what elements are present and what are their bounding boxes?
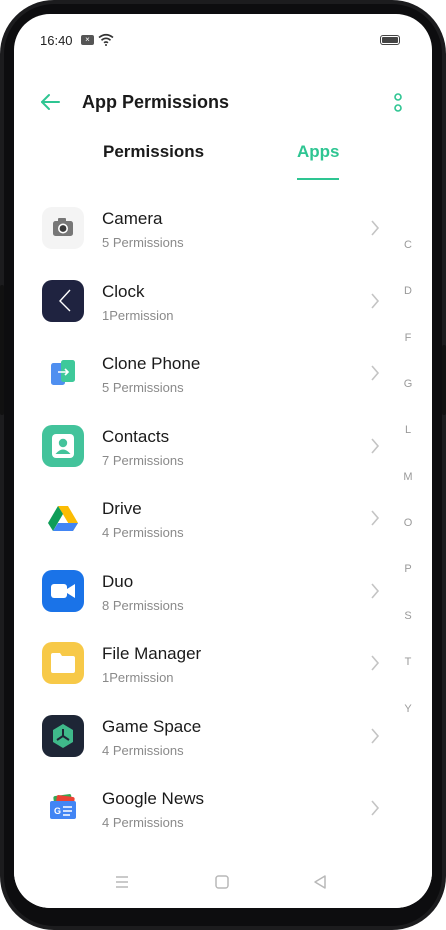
drive-app-icon <box>42 497 84 539</box>
page-title: App Permissions <box>82 92 230 112</box>
home-icon[interactable] <box>214 874 230 890</box>
camera-app-icon <box>42 207 84 249</box>
menu-icon[interactable] <box>114 874 130 890</box>
app-row-game-space[interactable]: Game Space 4 Permissions <box>14 714 398 788</box>
status-time: 16:40 <box>40 33 73 48</box>
navigation-bar <box>14 864 432 908</box>
chevron-right-icon <box>371 800 380 816</box>
file-manager-app-icon <box>42 642 84 684</box>
status-bar: 16:40 × <box>14 14 432 64</box>
app-permission-count: 5 Permissions <box>102 380 184 395</box>
app-permission-count: 4 Permissions <box>102 815 184 830</box>
app-row-contacts[interactable]: Contacts 7 Permissions <box>14 424 398 498</box>
app-row-drive[interactable]: Drive 4 Permissions <box>14 497 398 570</box>
index-letter-o[interactable]: O <box>402 517 414 529</box>
app-permission-count: 1Permission <box>102 670 174 685</box>
app-row-clone-phone[interactable]: Clone Phone 5 Permissions <box>14 352 398 425</box>
chevron-right-icon <box>371 292 380 309</box>
active-tab-indicator <box>297 178 339 180</box>
index-letter-g[interactable]: G <box>402 378 414 390</box>
chevron-right-icon <box>371 510 380 526</box>
index-letter-d[interactable]: D <box>402 285 414 297</box>
index-letter-f[interactable]: F <box>402 332 414 344</box>
app-list: Camera 5 Permissions Clock 1Permission C… <box>14 191 432 871</box>
battery-icon <box>380 35 400 45</box>
game-space-app-icon <box>42 714 84 757</box>
app-name: Google News <box>102 789 205 808</box>
app-row-file-manager[interactable]: File Manager 1Permission <box>14 642 398 715</box>
app-name: File Manager <box>102 644 202 663</box>
clock-app-icon <box>42 279 84 322</box>
app-row-camera[interactable]: Camera 5 Permissions <box>14 207 398 280</box>
index-letter-y[interactable]: Y <box>402 703 414 715</box>
volume-button <box>0 285 4 415</box>
screen: 16:40 × App Permissions Permissions Apps <box>14 14 432 908</box>
app-name: Clone Phone <box>102 354 201 373</box>
index-letter-t[interactable]: T <box>402 656 414 668</box>
power-button <box>442 345 446 415</box>
tab-apps[interactable]: Apps <box>297 142 340 162</box>
notification-icon: × <box>81 35 94 45</box>
contacts-app-icon <box>42 424 84 467</box>
app-permission-count: 4 Permissions <box>102 742 184 758</box>
app-row-duo[interactable]: Duo 8 Permissions <box>14 569 398 643</box>
duo-app-icon <box>42 569 84 612</box>
chevron-right-icon <box>371 437 380 454</box>
index-letter-s[interactable]: S <box>402 610 414 622</box>
tab-permissions[interactable]: Permissions <box>103 142 204 162</box>
app-permission-count: 7 Permissions <box>102 452 184 468</box>
app-permission-count: 5 Permissions <box>102 235 184 250</box>
chevron-right-icon <box>371 582 380 599</box>
app-name: Game Space <box>102 716 202 736</box>
index-letter-c[interactable]: C <box>402 239 414 251</box>
chevron-right-icon <box>371 220 380 236</box>
app-name: Camera <box>102 209 163 228</box>
google-news-app-icon: G <box>42 787 84 829</box>
clone-phone-app-icon <box>42 352 84 394</box>
app-name: Drive <box>102 499 142 518</box>
app-permission-count: 8 Permissions <box>102 597 184 613</box>
back-nav-icon[interactable] <box>312 874 328 890</box>
chevron-right-icon <box>371 365 380 381</box>
index-letter-p[interactable]: P <box>402 563 414 575</box>
app-name: Duo <box>102 571 134 591</box>
chevron-right-icon <box>371 727 380 744</box>
app-name: Clock <box>102 281 145 301</box>
app-row-google-news[interactable]: G Google News 4 Permissions <box>14 787 398 860</box>
app-row-clock[interactable]: Clock 1Permission <box>14 279 398 353</box>
app-permission-count: 4 Permissions <box>102 525 184 540</box>
app-bar: App Permissions <box>14 74 432 130</box>
app-permission-count: 1Permission <box>102 307 174 323</box>
chevron-right-icon <box>371 655 380 671</box>
more-options-icon[interactable] <box>392 92 404 114</box>
index-letter-l[interactable]: L <box>402 424 414 436</box>
tab-bar: Permissions Apps <box>14 130 432 182</box>
app-name: Contacts <box>102 426 170 446</box>
svg-text:G: G <box>54 806 61 816</box>
back-arrow-icon[interactable] <box>38 90 62 114</box>
index-letter-m[interactable]: M <box>402 471 414 483</box>
wifi-icon <box>98 33 114 46</box>
